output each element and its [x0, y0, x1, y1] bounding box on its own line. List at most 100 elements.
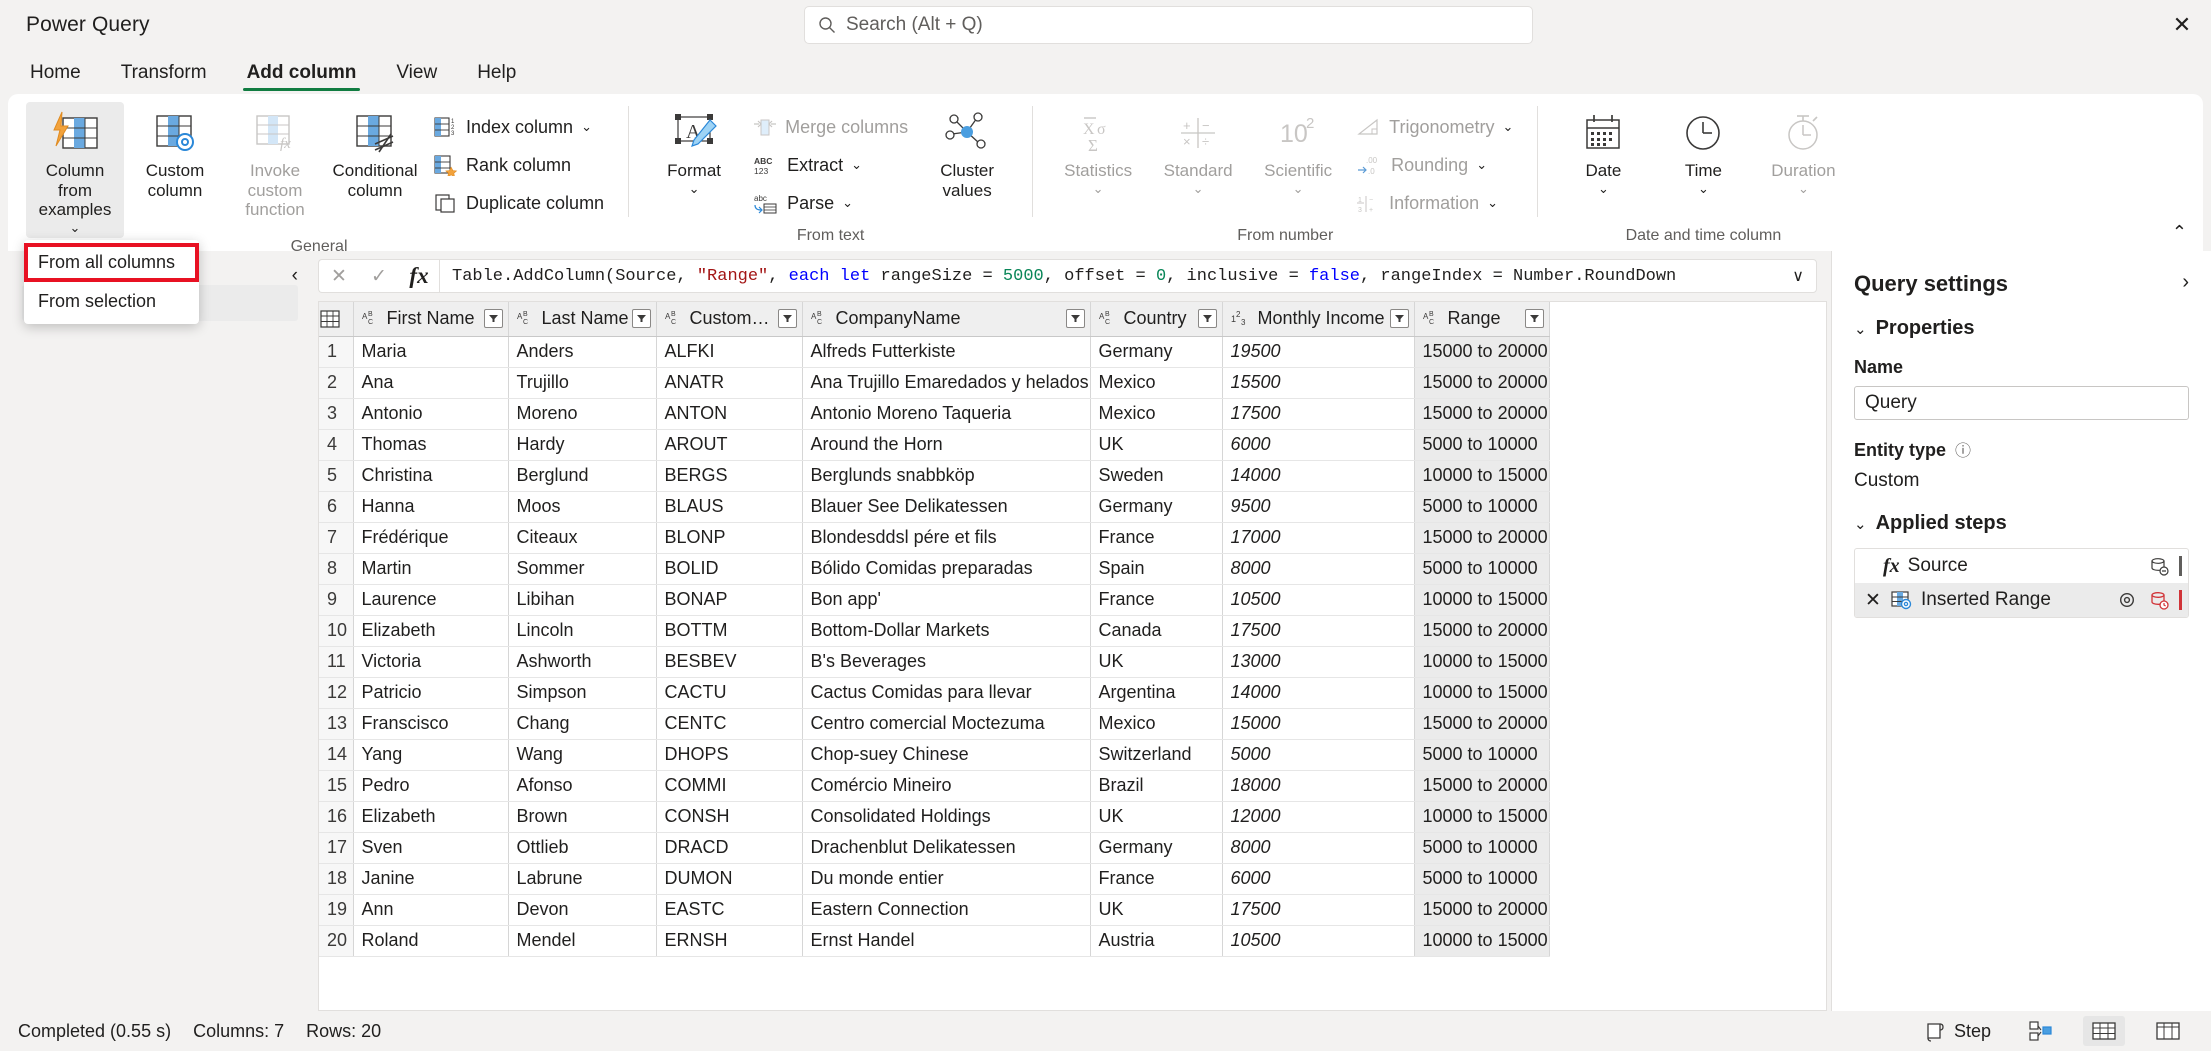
cell-range[interactable]: 10000 to 15000 [1414, 460, 1549, 491]
table-row[interactable]: 4ThomasHardyAROUTAround the HornUK600050… [319, 429, 1549, 460]
fx-icon[interactable]: fx [399, 263, 439, 289]
applied-step-inserted-range[interactable]: ✕ Inserted Range [1855, 583, 2188, 617]
filter-dropdown-icon[interactable] [1066, 309, 1085, 328]
cell-companyname[interactable]: Eastern Connection [802, 894, 1090, 925]
cell-monthly-income[interactable]: 17500 [1222, 398, 1414, 429]
cell-companyname[interactable]: Alfreds Futterkiste [802, 336, 1090, 367]
cell-monthly-income[interactable]: 17500 [1222, 615, 1414, 646]
cell-last-name[interactable]: Chang [508, 708, 656, 739]
cell-last-name[interactable]: Sommer [508, 553, 656, 584]
chevron-down-icon[interactable]: ⌄ [581, 119, 592, 135]
duplicate-column-button[interactable]: Duplicate column [426, 184, 612, 222]
cell-last-name[interactable]: Moos [508, 491, 656, 522]
cell-country[interactable]: Germany [1090, 336, 1222, 367]
cell-monthly-income[interactable]: 17500 [1222, 894, 1414, 925]
data-view-button[interactable] [2083, 1016, 2125, 1046]
cell-monthly-income[interactable]: 6000 [1222, 429, 1414, 460]
cell-customerid[interactable]: ERNSH [656, 925, 802, 956]
table-row[interactable]: 12PatricioSimpsonCACTUCactus Comidas par… [319, 677, 1549, 708]
cell-last-name[interactable]: Brown [508, 801, 656, 832]
cell-companyname[interactable]: Antonio Moreno Taqueria [802, 398, 1090, 429]
cell-last-name[interactable]: Afonso [508, 770, 656, 801]
cancel-formula-button[interactable]: ✕ [319, 265, 359, 288]
cell-range[interactable]: 15000 to 20000 [1414, 708, 1549, 739]
cell-companyname[interactable]: Consolidated Holdings [802, 801, 1090, 832]
table-row[interactable]: 2AnaTrujilloANATRAna Trujillo Emaredados… [319, 367, 1549, 398]
parse-button[interactable]: abc Parse ⌄ [745, 184, 916, 222]
cell-range[interactable]: 15000 to 20000 [1414, 367, 1549, 398]
chevron-down-icon[interactable]: ⌄ [851, 157, 862, 173]
cell-customerid[interactable]: BERGS [656, 460, 802, 491]
column-header-customerid[interactable]: ABCCustomerID [656, 302, 802, 336]
schema-view-button[interactable] [2147, 1016, 2189, 1046]
index-column-button[interactable]: 1 2 3 Index column ⌄ [426, 108, 612, 146]
step-button[interactable]: Step [1916, 1016, 1999, 1046]
cell-monthly-income[interactable]: 8000 [1222, 553, 1414, 584]
column-header-country[interactable]: ABCCountry [1090, 302, 1222, 336]
cell-companyname[interactable]: Bottom-Dollar Markets [802, 615, 1090, 646]
cell-country[interactable]: UK [1090, 801, 1222, 832]
cell-range[interactable]: 10000 to 15000 [1414, 925, 1549, 956]
cell-first-name[interactable]: Maria [353, 336, 508, 367]
cell-first-name[interactable]: Sven [353, 832, 508, 863]
cell-country[interactable]: Canada [1090, 615, 1222, 646]
cell-country[interactable]: UK [1090, 894, 1222, 925]
cell-last-name[interactable]: Trujillo [508, 367, 656, 398]
cell-range[interactable]: 5000 to 10000 [1414, 553, 1549, 584]
format-button[interactable]: A Format ⌄ [645, 102, 743, 199]
cell-range[interactable]: 15000 to 20000 [1414, 336, 1549, 367]
cell-first-name[interactable]: Elizabeth [353, 615, 508, 646]
column-header-monthly-income[interactable]: 123Monthly Income [1222, 302, 1414, 336]
cell-first-name[interactable]: Thomas [353, 429, 508, 460]
cell-first-name[interactable]: Ana [353, 367, 508, 398]
table-row[interactable]: 7FrédériqueCiteauxBLONPBlondesddsl pére … [319, 522, 1549, 553]
cell-companyname[interactable]: Bólido Comidas preparadas [802, 553, 1090, 584]
cell-country[interactable]: Mexico [1090, 708, 1222, 739]
table-row[interactable]: 1MariaAndersALFKIAlfreds FutterkisteGerm… [319, 336, 1549, 367]
table-row[interactable]: 11VictoriaAshworthBESBEVB's BeveragesUK1… [319, 646, 1549, 677]
cell-monthly-income[interactable]: 10500 [1222, 584, 1414, 615]
cell-country[interactable]: Germany [1090, 832, 1222, 863]
column-header-range[interactable]: ABCRange [1414, 302, 1549, 336]
cell-first-name[interactable]: Christina [353, 460, 508, 491]
data-source-settings-icon[interactable] [2149, 556, 2169, 576]
cell-companyname[interactable]: Cactus Comidas para llevar [802, 677, 1090, 708]
cell-companyname[interactable]: Drachenblut Delikatessen [802, 832, 1090, 863]
cell-first-name[interactable]: Victoria [353, 646, 508, 677]
cell-customerid[interactable]: CENTC [656, 708, 802, 739]
table-row[interactable]: 20RolandMendelERNSHErnst HandelAustria10… [319, 925, 1549, 956]
cell-country[interactable]: Argentina [1090, 677, 1222, 708]
tab-home[interactable]: Home [12, 56, 99, 94]
cell-customerid[interactable]: BLAUS [656, 491, 802, 522]
cell-customerid[interactable]: BOTTM [656, 615, 802, 646]
column-header-last-name[interactable]: ABCLast Name [508, 302, 656, 336]
cell-companyname[interactable]: B's Beverages [802, 646, 1090, 677]
table-row[interactable]: 16ElizabethBrownCONSHConsolidated Holdin… [319, 801, 1549, 832]
cell-country[interactable]: Spain [1090, 553, 1222, 584]
cell-country[interactable]: Mexico [1090, 367, 1222, 398]
step-refresh-icon[interactable] [2149, 590, 2169, 610]
cell-last-name[interactable]: Simpson [508, 677, 656, 708]
cell-monthly-income[interactable]: 18000 [1222, 770, 1414, 801]
cell-first-name[interactable]: Frédérique [353, 522, 508, 553]
cell-country[interactable]: UK [1090, 429, 1222, 460]
column-header-companyname[interactable]: ABCCompanyName [802, 302, 1090, 336]
cell-first-name[interactable]: Yang [353, 739, 508, 770]
cell-last-name[interactable]: Moreno [508, 398, 656, 429]
cell-range[interactable]: 15000 to 20000 [1414, 522, 1549, 553]
cell-monthly-income[interactable]: 5000 [1222, 739, 1414, 770]
cell-country[interactable]: Mexico [1090, 398, 1222, 429]
cell-country[interactable]: France [1090, 584, 1222, 615]
date-button[interactable]: Date ⌄ [1554, 102, 1652, 199]
cell-last-name[interactable]: Ottlieb [508, 832, 656, 863]
cell-companyname[interactable]: Blondesddsl pére et fils [802, 522, 1090, 553]
cell-customerid[interactable]: CACTU [656, 677, 802, 708]
chevron-down-icon[interactable]: ⌄ [689, 181, 700, 197]
cell-monthly-income[interactable]: 17000 [1222, 522, 1414, 553]
cell-first-name[interactable]: Hanna [353, 491, 508, 522]
cell-country[interactable]: Austria [1090, 925, 1222, 956]
table-row[interactable]: 10ElizabethLincolnBOTTMBottom-Dollar Mar… [319, 615, 1549, 646]
cell-range[interactable]: 5000 to 10000 [1414, 863, 1549, 894]
table-row[interactable]: 5ChristinaBerglundBERGSBerglunds snabbkö… [319, 460, 1549, 491]
cell-range[interactable]: 5000 to 10000 [1414, 429, 1549, 460]
